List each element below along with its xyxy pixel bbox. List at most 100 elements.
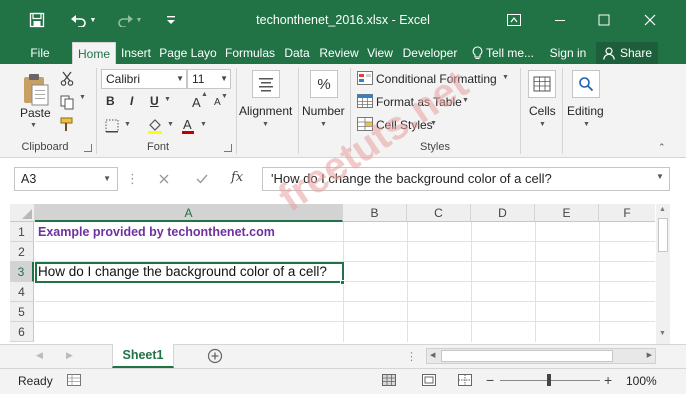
zoom-slider-thumb[interactable]	[547, 374, 551, 386]
group-divider	[520, 68, 521, 154]
cells-icon[interactable]	[528, 70, 556, 98]
clipboard-launcher-icon[interactable]	[84, 144, 92, 152]
decrease-font-size-button[interactable]: A	[214, 97, 221, 108]
editing-button[interactable]: Editing	[567, 104, 604, 118]
percent-icon[interactable]: %	[310, 70, 338, 98]
tab-review[interactable]: Review	[316, 42, 362, 64]
row-header-3[interactable]: 3	[10, 262, 34, 282]
zoom-level[interactable]: 100%	[626, 374, 657, 388]
scroll-down-icon[interactable]: ▼	[659, 330, 666, 337]
tab-page-layout[interactable]: Page Layo	[158, 42, 218, 64]
alignment-icon[interactable]	[252, 70, 280, 98]
number-dropdown-icon[interactable]: ▼	[320, 121, 327, 128]
lightbulb-icon[interactable]	[470, 45, 484, 61]
format-painter-icon[interactable]	[58, 116, 76, 132]
macro-recording-icon[interactable]	[66, 372, 82, 388]
paste-icon[interactable]	[20, 72, 52, 108]
person-icon	[602, 46, 616, 60]
italic-button[interactable]: I	[130, 94, 133, 108]
enter-icon[interactable]	[192, 170, 212, 188]
row-header-4[interactable]: 4	[10, 282, 34, 302]
column-header-d[interactable]: D	[471, 204, 535, 222]
alignment-dropdown-icon[interactable]: ▼	[262, 121, 269, 128]
scroll-right-icon[interactable]: ▶	[647, 351, 652, 359]
page-layout-view-icon[interactable]	[420, 372, 438, 388]
column-header-f[interactable]: F	[599, 204, 655, 222]
scroll-left-icon[interactable]: ◀	[430, 351, 435, 359]
editing-dropdown-icon[interactable]: ▼	[583, 121, 590, 128]
cancel-icon[interactable]	[154, 170, 174, 188]
tab-file[interactable]: File	[22, 42, 58, 64]
cell-a3[interactable]: How do I change the background color of …	[38, 264, 327, 279]
cells-dropdown-icon[interactable]: ▼	[539, 121, 546, 128]
number-button[interactable]: Number	[302, 104, 345, 118]
copy-icon[interactable]	[58, 94, 76, 110]
font-color-dropdown-icon[interactable]: ▼	[200, 121, 207, 128]
row-header-6[interactable]: 6	[10, 322, 34, 342]
tab-view[interactable]: View	[364, 42, 396, 64]
normal-view-icon[interactable]	[380, 372, 398, 388]
conditional-formatting-dropdown-icon[interactable]: ▼	[502, 74, 509, 81]
select-all-corner[interactable]	[10, 204, 35, 222]
borders-dropdown-icon[interactable]: ▼	[124, 121, 131, 128]
font-launcher-icon[interactable]	[224, 144, 232, 152]
row-header-1[interactable]: 1	[10, 222, 34, 242]
column-header-b[interactable]: B	[343, 204, 407, 222]
column-header-c[interactable]: C	[407, 204, 471, 222]
close-icon[interactable]	[636, 8, 664, 32]
fill-color-icon[interactable]	[146, 116, 164, 134]
cell-a1[interactable]: Example provided by techonthenet.com	[38, 225, 275, 239]
format-as-table-icon[interactable]	[356, 93, 374, 109]
underline-button[interactable]: U	[150, 94, 159, 108]
sheet-tab-sheet1[interactable]: Sheet1	[112, 344, 174, 368]
minimize-icon[interactable]	[546, 8, 574, 32]
row-header-5[interactable]: 5	[10, 302, 34, 322]
fill-color-dropdown-icon[interactable]: ▼	[167, 121, 174, 128]
horizontal-scroll-thumb[interactable]	[441, 350, 613, 362]
expand-formula-bar-icon[interactable]: ▼	[656, 172, 664, 181]
zoom-in-icon[interactable]: +	[604, 372, 612, 388]
tab-home[interactable]: Home	[72, 42, 116, 64]
cut-icon[interactable]	[58, 70, 76, 86]
vertical-scroll-thumb[interactable]	[658, 218, 668, 252]
collapse-ribbon-icon[interactable]: ⌃	[658, 142, 666, 153]
font-color-icon[interactable]: A	[180, 116, 196, 134]
sign-in-link[interactable]: Sign in	[546, 42, 590, 64]
underline-dropdown-icon[interactable]: ▼	[164, 96, 171, 103]
paste-label[interactable]: Paste	[20, 106, 51, 120]
tell-me-search[interactable]: Tell me...	[486, 42, 538, 64]
grid-line	[407, 222, 408, 342]
search-icon[interactable]	[572, 70, 600, 98]
fill-handle[interactable]	[340, 280, 345, 285]
horizontal-scrollbar[interactable]: ◀ ▶	[426, 348, 656, 364]
alignment-button[interactable]: Alignment	[239, 104, 292, 118]
tab-formulas[interactable]: Formulas	[222, 42, 278, 64]
paste-dropdown-icon[interactable]: ▼	[30, 122, 37, 129]
chevron-down-icon[interactable]: ▼	[103, 168, 111, 190]
grid-line	[35, 301, 655, 302]
tab-data[interactable]: Data	[282, 42, 312, 64]
font-name-select[interactable]: Calibri ▼	[101, 69, 187, 89]
tab-insert[interactable]: Insert	[117, 42, 155, 64]
add-sheet-icon[interactable]	[206, 347, 224, 365]
copy-dropdown-icon[interactable]: ▼	[79, 94, 86, 101]
share-button[interactable]: Share	[596, 42, 658, 64]
maximize-icon[interactable]	[590, 8, 618, 32]
page-break-preview-icon[interactable]	[456, 372, 474, 388]
zoom-out-icon[interactable]: −	[486, 372, 494, 388]
row-header-2[interactable]: 2	[10, 242, 34, 262]
name-box[interactable]: A3 ▼	[14, 167, 118, 191]
conditional-formatting-icon[interactable]	[356, 70, 374, 86]
increase-font-size-button[interactable]: A	[192, 95, 201, 110]
column-header-e[interactable]: E	[535, 204, 599, 222]
previous-sheet-icon[interactable]: ◀	[36, 350, 43, 361]
borders-icon[interactable]	[104, 118, 120, 134]
next-sheet-icon[interactable]: ▶	[66, 350, 73, 361]
scroll-up-icon[interactable]: ▲	[659, 206, 666, 213]
font-size-select[interactable]: 11 ▼	[187, 69, 231, 89]
insert-function-icon[interactable]: fx	[231, 170, 243, 185]
bold-button[interactable]: B	[106, 94, 115, 108]
ribbon-display-options-icon[interactable]	[500, 8, 528, 32]
ribbon-tabs: File Home Insert Page Layo Formulas Data…	[0, 42, 686, 64]
cells-button[interactable]: Cells	[529, 104, 556, 118]
